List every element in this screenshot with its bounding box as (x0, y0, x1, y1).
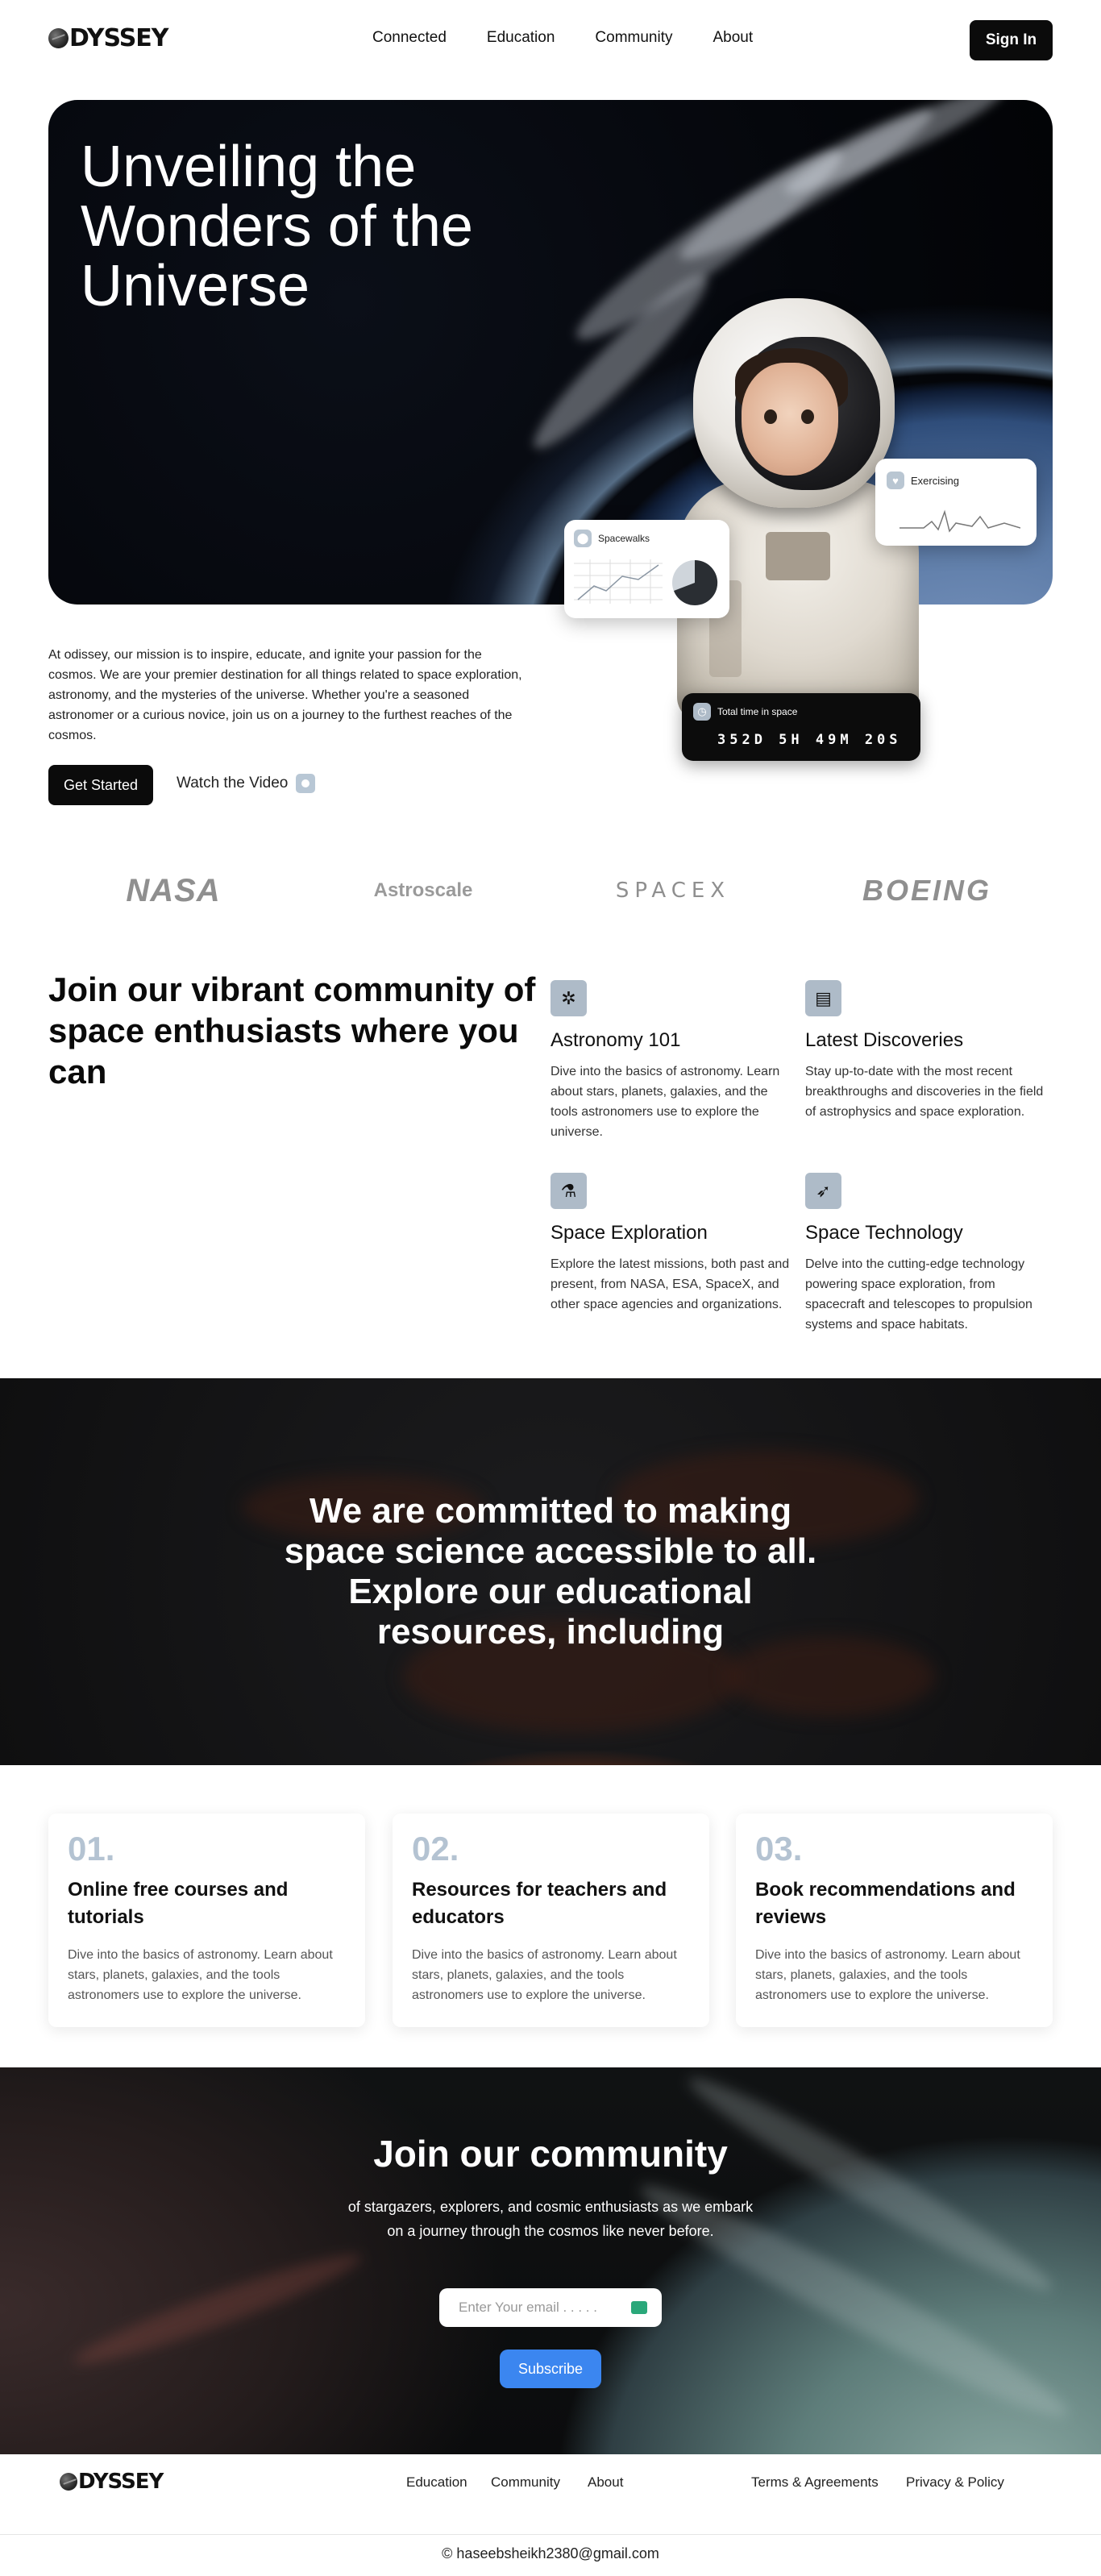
card-number: 02. (412, 1830, 459, 1868)
mission-text: At odissey, our mission is to inspire, e… (48, 648, 522, 742)
nav-links: Connected Education Community About (372, 29, 793, 47)
community-title: Join our vibrant community of space enth… (48, 970, 536, 1091)
boeing-logo: BOEING (862, 874, 991, 907)
email-field[interactable] (439, 2288, 662, 2327)
spacewalks-chart (574, 559, 718, 605)
email-input[interactable] (459, 2300, 628, 2316)
card-text: Dive into the basics of astronomy. Learn… (755, 1948, 1020, 2002)
astronaut-face (742, 363, 838, 476)
clock-icon: ◷ (693, 703, 711, 721)
heart-rate-graph (899, 509, 1020, 533)
logo[interactable]: DYSSEY (48, 24, 169, 52)
card-text: Dive into the basics of astronomy. Learn… (68, 1948, 333, 2002)
mail-icon (631, 2301, 647, 2314)
card-text: Dive into the basics of astronomy. Learn… (412, 1948, 677, 2002)
walk-icon: ⬤ (574, 530, 592, 547)
planet-logo-icon (48, 28, 69, 48)
eye (801, 409, 814, 424)
planet-streak (68, 2242, 368, 2377)
microscope-icon: ⚗ (550, 1173, 587, 1209)
join-title: Join our community (373, 2133, 728, 2175)
watch-video-link[interactable]: Watch the Video (177, 774, 316, 793)
card-number: 03. (755, 1830, 803, 1868)
feature-title: Space Exploration (550, 1222, 708, 1244)
mars-title: We are committed to making space science… (284, 1491, 817, 1652)
rocket-icon: ➶ (805, 1173, 841, 1209)
atom-icon: ✲ (550, 980, 587, 1016)
spacewalks-card: ⬤ Spacewalks (564, 520, 729, 618)
total-time-value: 352D 5H 49M 20S (717, 732, 902, 748)
planet-streak (679, 2067, 1062, 2307)
sign-in-button[interactable]: Sign In (970, 20, 1053, 60)
feature-exploration: ⚗ Space Exploration Explore the latest m… (550, 1173, 796, 1315)
subscribe-button[interactable]: Subscribe (500, 2350, 601, 2388)
mars-banner: We are committed to making space science… (0, 1378, 1101, 1765)
nav-link-about[interactable]: About (713, 29, 754, 47)
card-title: Book recommendations and reviews (755, 1879, 1016, 1928)
nav-link-community[interactable]: Community (595, 29, 672, 47)
feature-text: Delve into the cutting-edge technology p… (805, 1257, 1032, 1332)
footer-link-privacy[interactable]: Privacy & Policy (906, 2474, 1004, 2491)
planet-logo-icon (60, 2473, 77, 2491)
footer-link-community[interactable]: Community (491, 2474, 560, 2491)
feature-text: Explore the latest missions, both past a… (550, 1257, 790, 1311)
feature-discoveries: ▤ Latest Discoveries Stay up-to-date wit… (805, 980, 1051, 1122)
get-started-button[interactable]: Get Started (48, 765, 153, 805)
resource-card[interactable]: 01. Online free courses and tutorials Di… (48, 1814, 365, 2027)
card-title: Online free courses and tutorials (68, 1879, 289, 1928)
join-community-section: Join our community of stargazers, explor… (0, 2067, 1101, 2454)
nav-link-connected[interactable]: Connected (372, 29, 447, 47)
feature-astronomy: ✲ Astronomy 101 Dive into the basics of … (550, 980, 796, 1142)
watch-video-label: Watch the Video (177, 775, 289, 791)
total-time-card: ◷ Total time in space 352D 5H 49M 20S (682, 693, 920, 761)
spacewalks-label: Spacewalks (598, 533, 650, 544)
clipboard-icon: ▤ (805, 980, 841, 1016)
feature-title: Latest Discoveries (805, 1029, 964, 1051)
footer-link-terms[interactable]: Terms & Agreements (751, 2474, 879, 2491)
heart-icon: ♥ (887, 472, 904, 489)
copyright-text: © haseebsheikh2380@gmail.com (442, 2545, 659, 2561)
feature-technology: ➶ Space Technology Delve into the cuttin… (805, 1173, 1051, 1335)
astroscale-logo: Astroscale (373, 879, 473, 901)
top-nav: DYSSEY Connected Education Community Abo… (0, 0, 1101, 81)
feature-text: Dive into the basics of astronomy. Learn… (550, 1065, 780, 1139)
total-time-label: Total time in space (717, 706, 798, 717)
logo-text: DYSSEY (69, 24, 169, 52)
spacex-logo: SPACEX (615, 879, 731, 903)
nasa-logo: NASA (126, 872, 221, 908)
footer-link-education[interactable]: Education (406, 2474, 467, 2491)
card-title: Resources for teachers and educators (412, 1879, 667, 1928)
card-number: 01. (68, 1830, 115, 1868)
exercising-card: ♥ Exercising (875, 459, 1037, 546)
footer-logo[interactable]: DYSSEY (60, 2470, 164, 2494)
suit-chest-panel (766, 532, 830, 580)
feature-title: Space Technology (805, 1222, 963, 1244)
footer-divider (0, 2534, 1101, 2535)
nav-link-education[interactable]: Education (487, 29, 555, 47)
play-icon (296, 774, 316, 793)
feature-text: Stay up-to-date with the most recent bre… (805, 1065, 1044, 1119)
resource-card[interactable]: 03. Book recommendations and reviews Div… (736, 1814, 1053, 2027)
join-subtitle: of stargazers, explorers, and cosmic ent… (347, 2199, 754, 2239)
hero-title: Unveiling the Wonders of the Universe (81, 135, 473, 318)
logo-text: DYSSEY (78, 2470, 164, 2494)
feature-title: Astronomy 101 (550, 1029, 681, 1051)
footer-link-about[interactable]: About (588, 2474, 623, 2491)
exercising-label: Exercising (911, 474, 959, 487)
resource-card[interactable]: 02. Resources for teachers and educators… (393, 1814, 709, 2027)
eye (764, 409, 777, 424)
